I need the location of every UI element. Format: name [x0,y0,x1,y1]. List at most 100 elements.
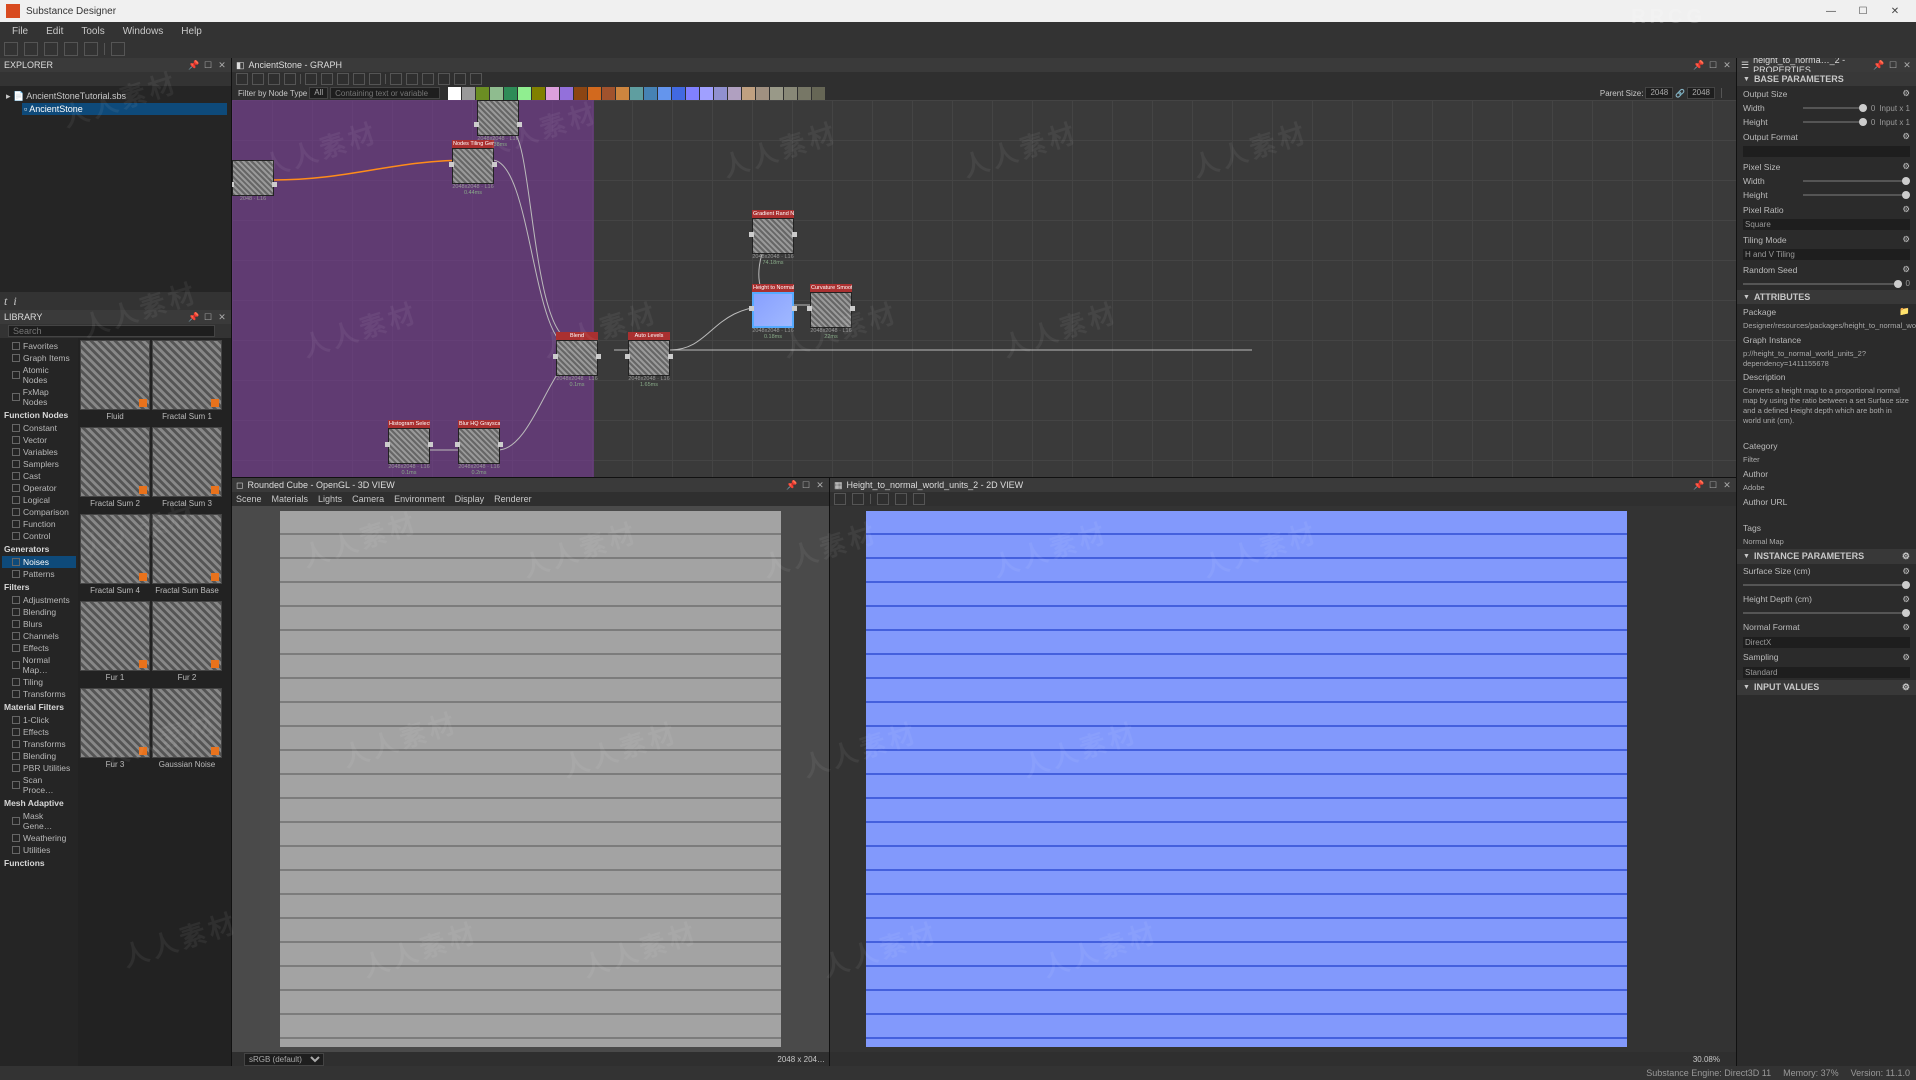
info-icon-i[interactable]: i [13,294,16,309]
swatch[interactable] [490,87,503,100]
lib-tree-item[interactable]: Transforms [2,738,76,750]
swatch[interactable] [756,87,769,100]
close-panel-icon[interactable]: ✕ [217,60,227,70]
section-base-parameters[interactable]: BASE PARAMETERS [1737,72,1916,86]
view3d-colorspace-dropdown[interactable]: sRGB (default) [244,1053,324,1066]
view3d-scene[interactable]: Scene [236,494,262,504]
lib-tree-item[interactable]: Logical [2,494,76,506]
lib-tree-item[interactable]: Variables [2,446,76,458]
prop-tiling-mode-field[interactable] [1743,249,1910,260]
graph-pin-icon[interactable]: 📌 [1694,60,1704,70]
swatch[interactable] [672,87,685,100]
lib-category[interactable]: Material Filters [2,700,76,714]
refresh-icon[interactable] [24,42,38,56]
view2d-export-icon[interactable] [834,493,846,505]
tree-root[interactable]: ▸ 📄 AncientStoneTutorial.sbs [4,90,227,103]
lib-tree-item[interactable]: Channels [2,630,76,642]
graph-zoom-icon[interactable] [268,73,280,85]
lib-tree-item[interactable]: Samplers [2,458,76,470]
iv-gear-icon[interactable]: ⚙ [1902,682,1910,693]
graph-nav-icon[interactable] [236,73,248,85]
swatch[interactable] [476,87,489,100]
graph-cut-icon[interactable] [390,73,402,85]
graph-node[interactable]: Auto Levels2048x2048 · L161.65ms [628,332,670,388]
parent-size-h[interactable]: 2048 [1687,87,1715,99]
filter-type-dropdown[interactable]: All [309,87,328,99]
lib-tree-item[interactable]: 1-Click [2,714,76,726]
menu-help[interactable]: Help [173,24,210,39]
library-search-input[interactable] [8,325,215,337]
graph-node[interactable]: Blend2048x2048 · L160.1ms [556,332,598,388]
lib-tree-item[interactable]: Vector [2,434,76,446]
graph-node[interactable]: Nodes Tiling Generator2048x2048 · L160.4… [452,140,494,196]
info-icon-t[interactable]: t [4,294,7,309]
swatch[interactable] [532,87,545,100]
lib-tree-item[interactable]: Noises [2,556,76,568]
open-icon[interactable] [44,42,58,56]
lib-tree-item[interactable]: Blurs [2,618,76,630]
lib-category[interactable]: Functions [2,856,76,870]
lib-tree-item[interactable]: Weathering [2,832,76,844]
minimize-button[interactable]: — [1816,2,1846,20]
library-thumb[interactable]: Fractal Sum 2 [80,427,150,512]
prop-width-slider[interactable] [1803,107,1867,109]
lib-tree-item[interactable]: Tiling [2,676,76,688]
lib-max-icon[interactable]: ☐ [203,312,213,322]
lib-tree-item[interactable]: Operator [2,482,76,494]
graph-node[interactable]: Gradient Rand Noise2048x2048 · L1674.18m… [752,210,794,266]
graph-node[interactable]: Blur HQ Grayscale2048x2048 · L160.2ms [458,420,500,476]
swatch[interactable] [504,87,517,100]
swatch[interactable] [518,87,531,100]
lib-tree-item[interactable]: Blending [2,606,76,618]
lib-tree-item[interactable]: Mask Gene… [2,810,76,832]
graph-comment-icon[interactable] [353,73,365,85]
swatch[interactable] [448,87,461,100]
close-button[interactable]: ✕ [1880,2,1910,20]
lib-tree-item[interactable]: Transforms [2,688,76,700]
library-thumb[interactable]: Fractal Sum 1 [152,340,222,425]
swatch[interactable] [742,87,755,100]
section-attributes[interactable]: ATTRIBUTES [1737,290,1916,304]
prop-gear5-icon[interactable]: ⚙ [1902,234,1910,245]
view2d-canvas[interactable] [830,506,1736,1052]
graph-fit-icon[interactable] [284,73,296,85]
view3d-pin-icon[interactable]: 📌 [787,480,797,490]
swatch[interactable] [574,87,587,100]
view2d-histogram-icon[interactable] [877,493,889,505]
prop-pw-slider[interactable] [1803,180,1910,182]
menu-file[interactable]: File [4,24,36,39]
lib-close-icon[interactable]: ✕ [217,312,227,322]
view3d-close-icon[interactable]: ✕ [815,480,825,490]
graph-node[interactable]: Histogram Select2048x2048 · L160.1ms [388,420,430,476]
lib-tree-item[interactable]: Normal Map… [2,654,76,676]
view3d-camera[interactable]: Camera [352,494,384,504]
share-icon[interactable] [111,42,125,56]
lib-tree-item[interactable]: Cast [2,470,76,482]
swatch[interactable] [798,87,811,100]
graph-canvas[interactable]: 2048x2048 · L160.38ms2048 · L16Nodes Til… [232,100,1736,477]
view2d-close-icon[interactable]: ✕ [1722,480,1732,490]
swatch[interactable] [714,87,727,100]
view3d-materials[interactable]: Materials [272,494,309,504]
maximize-button[interactable]: ☐ [1848,2,1878,20]
prop-gear3-icon[interactable]: ⚙ [1902,161,1910,172]
prop-ph-slider[interactable] [1803,194,1910,196]
lib-tree-item[interactable]: Constant [2,422,76,434]
prop-pixel-ratio-field[interactable] [1743,219,1910,230]
graph-frame-icon[interactable] [470,73,482,85]
library-thumb[interactable]: Fur 3 [80,688,150,773]
graph-node[interactable]: Curvature Smooth2048x2048 · L1622ms [810,284,852,340]
swatch[interactable] [588,87,601,100]
ip-gear3-icon[interactable]: ⚙ [1902,594,1910,605]
library-thumb[interactable]: Fractal Sum 3 [152,427,222,512]
ip-gear-icon[interactable]: ⚙ [1902,551,1910,562]
library-thumb[interactable]: Fur 2 [152,601,222,686]
library-thumb[interactable]: Fractal Sum 4 [80,514,150,599]
menu-edit[interactable]: Edit [38,24,71,39]
swatch[interactable] [770,87,783,100]
library-thumb[interactable]: Fur 1 [80,601,150,686]
view3d-environment[interactable]: Environment [394,494,445,504]
prop-surface-slider[interactable] [1743,584,1910,586]
tree-graph[interactable]: ▫ AncientStone [22,103,227,115]
graph-node[interactable]: Height to Normal World Units2048x2048 · … [752,284,794,340]
